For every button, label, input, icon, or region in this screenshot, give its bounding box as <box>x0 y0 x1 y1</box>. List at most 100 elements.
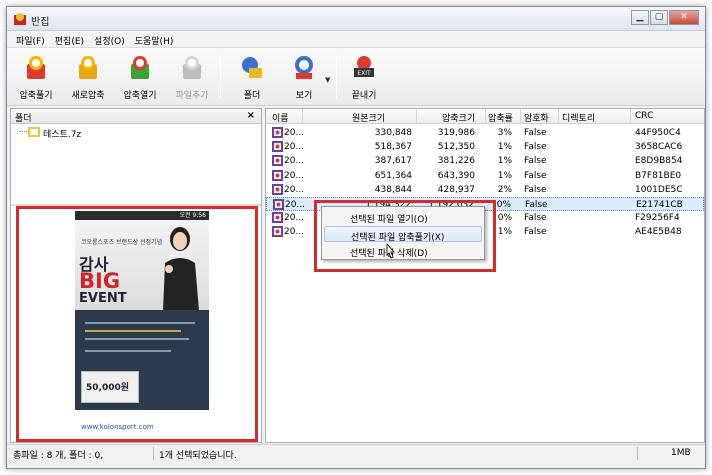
exit-button[interactable]: EXIT 끝내기 <box>339 48 389 106</box>
svg-text:EXIT: EXIT <box>357 70 371 77</box>
mouse-cursor-icon <box>386 244 395 259</box>
ad-headline-event: EVENT <box>79 291 127 306</box>
app-icon <box>14 13 26 25</box>
column-crc[interactable]: CRC <box>635 111 653 121</box>
toolbar-separator <box>220 54 221 98</box>
extract-icon <box>27 56 45 79</box>
column-size[interactable]: 원본크기 <box>352 111 385 124</box>
context-open-selected[interactable]: 선택된 파일 열기(O) <box>324 209 482 225</box>
table-row[interactable]: 20... 330,848 319,986 3% False 44F950C4 <box>266 126 704 140</box>
cell-ratio: 0% <box>496 200 511 210</box>
close-button[interactable]: ✕ <box>669 10 699 25</box>
cell-ratio: 1% <box>497 142 512 153</box>
ad-subtitle: 코오롱스포츠 브랜드상 선정기념 <box>81 239 163 246</box>
view-dropdown-arrow-icon[interactable]: ▼ <box>325 76 330 84</box>
menu-file[interactable]: 파일(F) <box>11 31 50 47</box>
view-icon <box>295 56 313 79</box>
status-size: 1MB <box>671 448 691 458</box>
ad-url: www.kolonsport.com <box>81 423 154 431</box>
status-total: 총파일 : 8 개, 폴더 : 0, <box>13 451 104 461</box>
menu-bar: 파일(F) 편집(E) 설정(O) 도움말(H) <box>7 31 705 48</box>
image-file-icon <box>272 183 283 195</box>
cell-crc: F29256F4 <box>635 213 680 224</box>
file-list-header: 이름 원본크기 압축크기 압축률 암호화 디렉토리 CRC <box>266 109 704 124</box>
cell-crc: 1001DE5C <box>635 184 683 195</box>
folder-panel-header: 폴더 × <box>11 109 261 124</box>
app-window: 반집 ▁ ▢ ✕ 파일(F) 편집(E) 설정(O) 도움말(H) 압축풀기 새… <box>6 6 706 469</box>
cell-packed: 319,986 <box>437 128 475 138</box>
new-archive-button[interactable]: 새로압축 <box>63 48 113 106</box>
cell-crc: E21741CB <box>636 200 683 210</box>
cell-enc: False <box>524 156 547 167</box>
tree-item-archive[interactable]: 테스트.7z <box>43 127 81 140</box>
column-directory[interactable]: 디렉토리 <box>562 111 595 124</box>
cell-crc: 3658CAC6 <box>635 142 683 153</box>
table-row[interactable]: 20... 387,617 381,226 1% False E8D9B854 <box>266 154 704 168</box>
exit-icon: EXIT <box>354 56 374 77</box>
window-title: 반집 <box>31 17 50 28</box>
cell-name: 20... <box>284 142 305 153</box>
context-delete-selected[interactable]: 선택된 파일 삭제(D) <box>324 243 482 259</box>
archive-file-icon <box>28 127 40 137</box>
cell-enc: False <box>524 170 547 181</box>
cell-enc: False <box>524 213 547 224</box>
ad-person-photo <box>163 227 199 311</box>
add-file-button[interactable]: 파일추가 <box>167 48 217 106</box>
open-archive-button[interactable]: 압축열기 <box>115 48 165 106</box>
cell-size: 330,848 <box>374 128 412 138</box>
add-file-icon <box>183 56 201 79</box>
cell-ratio: 3% <box>497 128 512 138</box>
phone-status-bar: 오전 9:56 <box>75 211 209 220</box>
folder-icon <box>242 57 262 78</box>
column-encryption[interactable]: 암호화 <box>524 111 549 124</box>
toolbar: 압축풀기 새로압축 압축열기 파일추가 폴더 보기 ▼ EXIT 끝내기 <box>7 48 705 106</box>
menu-edit[interactable]: 편집(E) <box>50 31 89 47</box>
toolbar-separator <box>336 54 337 98</box>
maximize-button[interactable]: ▢ <box>650 10 668 25</box>
status-selected: 1개 선택되었습니다. <box>159 451 237 461</box>
cell-size: 651,364 <box>374 170 412 181</box>
column-ratio[interactable]: 압축률 <box>488 111 513 124</box>
cell-ratio: 1% <box>497 170 512 181</box>
image-file-icon <box>272 212 283 224</box>
folder-button[interactable]: 폴더 <box>227 48 277 106</box>
cell-name: 20... <box>284 227 305 238</box>
cell-name: 20... <box>284 170 305 181</box>
folder-panel: 폴더 × 테스트.7z 오전 9:56 코오롱스포츠 브랜드상 선정기념 감사 … <box>10 108 262 443</box>
view-button[interactable]: 보기 <box>279 48 329 106</box>
status-bar: 총파일 : 8 개, 폴더 : 0, 1개 선택되었습니다. 1MB <box>7 444 705 462</box>
cell-crc: B7F81BE0 <box>635 170 682 181</box>
menu-settings[interactable]: 설정(O) <box>89 31 130 47</box>
preview-image: 오전 9:56 코오롱스포츠 브랜드상 선정기념 감사 BIG EVENT 50… <box>75 211 209 439</box>
folder-tree: 테스트.7z <box>11 125 261 205</box>
new-archive-icon <box>79 56 97 79</box>
cell-size: 518,367 <box>374 142 412 153</box>
context-extract-selected[interactable]: 선택된 파일 압축풀기(X) <box>324 226 482 243</box>
cell-name: 20... <box>285 200 306 210</box>
image-file-icon <box>272 127 283 138</box>
cell-packed: 381,226 <box>437 156 475 167</box>
cell-enc: False <box>525 200 548 210</box>
cell-ratio: 0% <box>497 213 512 224</box>
ad-headline-big: BIG <box>79 269 121 293</box>
cell-crc: 44F950C4 <box>635 128 681 138</box>
table-row[interactable]: 20... 651,364 643,390 1% False B7F81BE0 <box>266 169 704 183</box>
cell-packed: 512,350 <box>437 142 475 153</box>
column-name[interactable]: 이름 <box>272 111 289 124</box>
cell-crc: E8D9B854 <box>635 156 683 167</box>
file-list: 이름 원본크기 압축크기 압축률 암호화 디렉토리 CRC 20... 330,8… <box>265 108 705 443</box>
extract-button[interactable]: 압축풀기 <box>11 48 61 106</box>
folder-panel-close-icon[interactable]: × <box>247 110 255 121</box>
minimize-button[interactable]: ▁ <box>631 10 649 25</box>
open-archive-icon <box>131 56 149 79</box>
cell-enc: False <box>524 128 547 138</box>
column-packed[interactable]: 압축크기 <box>442 111 475 124</box>
cell-packed: 428,937 <box>437 184 475 195</box>
context-menu: 선택된 파일 열기(O) 선택된 파일 압축풀기(X) 선택된 파일 삭제(D) <box>321 206 485 260</box>
table-row[interactable]: 20... 518,367 512,350 1% False 3658CAC6 <box>266 140 704 154</box>
image-file-icon <box>272 169 283 181</box>
cell-size: 387,617 <box>374 156 412 167</box>
image-preview: 오전 9:56 코오롱스포츠 브랜드상 선정기념 감사 BIG EVENT 50… <box>16 206 258 442</box>
menu-help[interactable]: 도움말(H) <box>130 31 179 47</box>
table-row[interactable]: 20... 438,844 428,937 2% False 1001DE5C <box>266 183 704 197</box>
